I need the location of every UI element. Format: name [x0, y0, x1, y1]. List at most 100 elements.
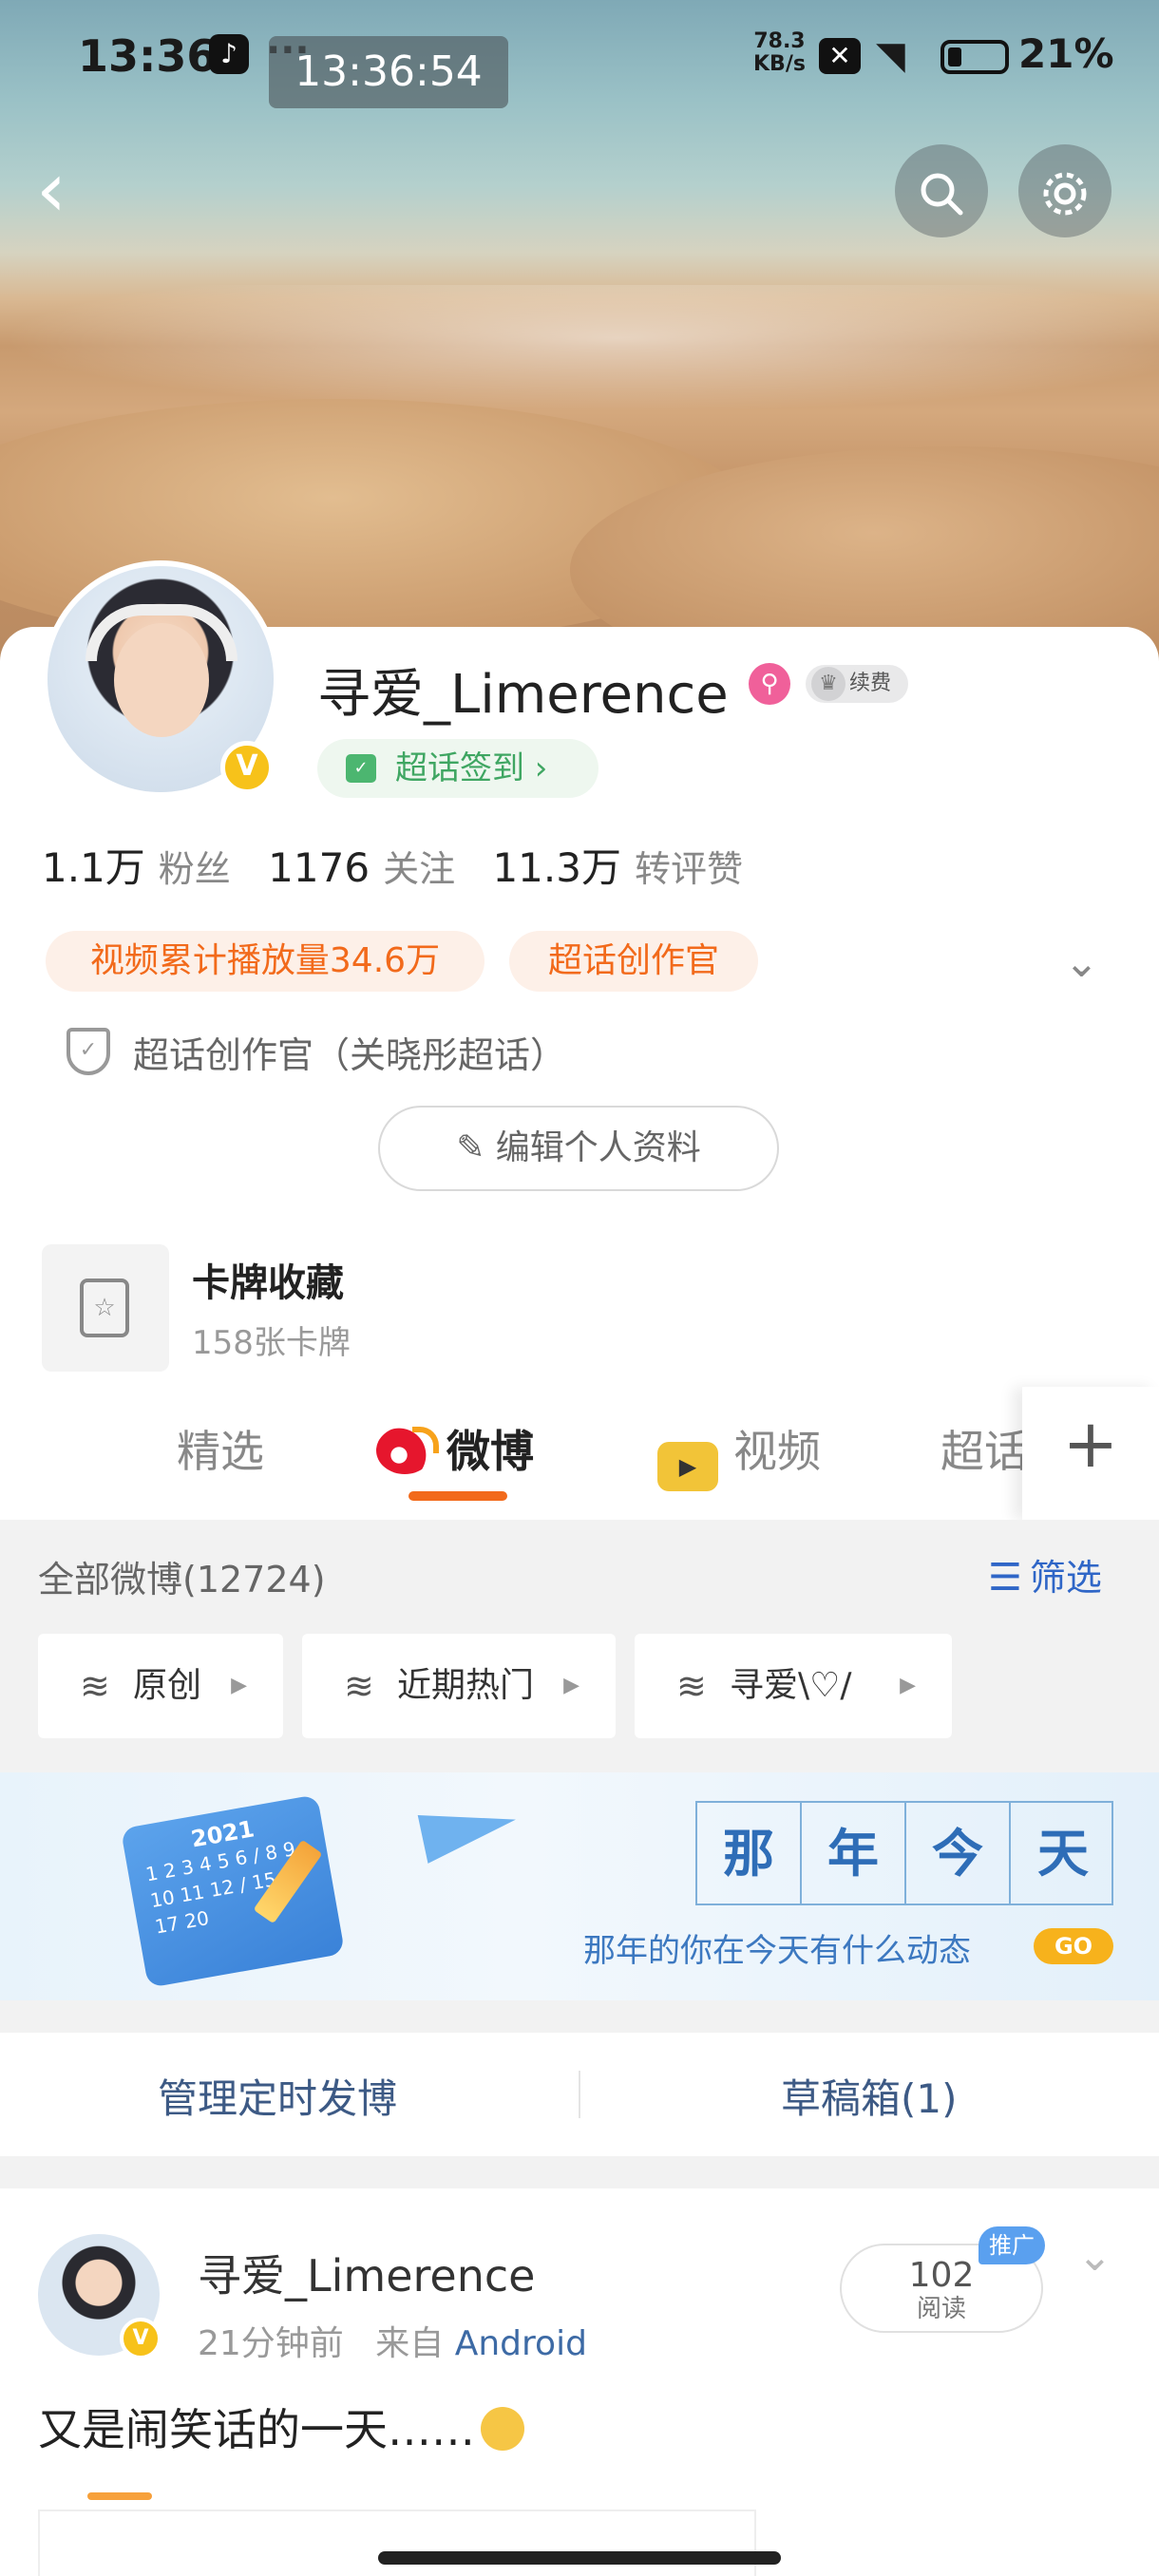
status-time: 13:36	[78, 30, 218, 82]
post-management-bar: 管理定时发博 草稿箱(1)	[0, 2033, 1159, 2156]
title-char: 天	[1037, 1823, 1089, 1884]
accent-line	[87, 2492, 152, 2500]
vip-renew-label: 续费	[849, 672, 892, 695]
profile-stats: 1.1万 粉丝 1176 关注 11.3万 转评赞	[42, 836, 768, 894]
layers-icon: ≋	[80, 1665, 110, 1707]
battery-percent: 21%	[1018, 30, 1114, 77]
followers-count[interactable]: 1.1万	[42, 844, 145, 891]
profile-tabs: 精选 微博 ▶ 视频 超话	[0, 1387, 1159, 1520]
scheduled-posts-button[interactable]: 管理定时发博	[158, 2067, 397, 2125]
chip-original-label: 原创	[133, 1666, 202, 1705]
caret-right-icon: ▶	[900, 1674, 916, 1697]
pencil-icon: ✎	[456, 1128, 496, 1167]
on-this-day-title: 那 年 今 天	[695, 1801, 1113, 1905]
tab-video-label: 视频	[733, 1426, 821, 1477]
chip-custom-group[interactable]: ≋ 寻爱\♡/ ▶	[635, 1634, 952, 1738]
cover-wave	[0, 285, 1159, 418]
followers-label[interactable]: 粉丝	[159, 848, 231, 890]
status-bar: 13:36 ♪ ··· 78.3 KB/s ✕ ◥ 21%	[0, 28, 1159, 85]
back-chevron-icon[interactable]: ‹	[36, 152, 93, 228]
likes-label[interactable]: 转评赞	[635, 848, 743, 890]
home-indicator[interactable]	[378, 2551, 781, 2565]
card-collection-title[interactable]: 卡牌收藏	[192, 1252, 344, 1307]
divider	[579, 2071, 580, 2118]
edit-profile-button[interactable]: ✎ 编辑个人资料	[378, 1106, 779, 1191]
video-plays-tag[interactable]: 视频累计播放量34.6万	[46, 931, 484, 992]
promote-badge[interactable]: 推广	[978, 2226, 1045, 2264]
network-speed-value: 78.3	[753, 29, 806, 53]
vip-renew-badge[interactable]: ♛ 续费	[806, 665, 908, 703]
post-meta: 21分钟前 来自 Android	[198, 2316, 587, 2365]
following-count[interactable]: 1176	[268, 844, 370, 891]
chevron-down-icon[interactable]: ⌄	[1077, 2232, 1112, 2281]
silly-face-emoji-icon	[481, 2407, 524, 2451]
search-icon[interactable]	[895, 144, 988, 237]
floating-clock: 13:36:54	[269, 36, 508, 108]
title-char: 年	[802, 1803, 906, 1904]
on-this-day-subtitle: 那年的你在今天有什么动态	[583, 1932, 971, 1970]
chip-recent-hot[interactable]: ≋ 近期热门 ▶	[302, 1634, 616, 1738]
tab-weibo-label: 微博	[446, 1426, 534, 1477]
wifi-icon: ◥	[876, 34, 905, 78]
weibo-filter-bar: 全部微博(12724) ☰ 筛选 ≋ 原创 ▶ ≋ 近期热门 ▶ ≋ 寻爱\♡/ …	[0, 1520, 1159, 1767]
all-weibo-count: 全部微博(12724)	[38, 1559, 326, 1601]
profile-username: 寻爱_Limerence	[317, 664, 729, 726]
chip-custom-group-label: 寻爱\♡/	[730, 1666, 852, 1705]
title-char: 那	[697, 1803, 802, 1904]
battery-icon	[940, 40, 1009, 74]
weibo-logo-icon	[376, 1427, 439, 1474]
verified-v-icon: V	[220, 741, 274, 794]
post-from-label: 来自	[375, 2324, 445, 2363]
card-star-icon: ☆	[80, 1279, 129, 1337]
filter-button[interactable]: ☰ 筛选	[988, 1548, 1102, 1601]
post-source: Android	[454, 2324, 587, 2363]
active-tab-indicator	[408, 1491, 507, 1501]
signin-label: 超话签到 ›	[395, 749, 548, 787]
likes-count[interactable]: 11.3万	[492, 844, 621, 891]
layers-icon: ≋	[676, 1665, 707, 1707]
superfan-icon[interactable]: ⚲	[749, 663, 790, 705]
avatar-face	[114, 623, 209, 737]
post-text-body: 又是闹笑话的一天……	[38, 2404, 475, 2455]
shield-icon: ✓	[66, 1028, 110, 1075]
post-text: 又是闹笑话的一天……	[38, 2396, 524, 2458]
filter-label: 筛选	[1029, 1557, 1102, 1599]
verified-v-icon: V	[120, 2318, 162, 2359]
creator-credential: ✓ 超话创作官（关晓彤超话）	[66, 1026, 566, 1078]
supertopic-signin-button[interactable]: ✓ 超话签到 ›	[317, 739, 598, 798]
layers-icon: ≋	[344, 1665, 374, 1707]
chip-original[interactable]: ≋ 原创 ▶	[38, 1634, 283, 1738]
chevron-down-icon[interactable]: ⌄	[1064, 938, 1099, 987]
quoted-content-preview[interactable]	[38, 2510, 756, 2576]
network-speed-unit: KB/s	[753, 52, 806, 76]
network-speed: 78.3 KB/s	[753, 30, 806, 76]
card-collection-count: 158张卡牌	[192, 1324, 351, 1362]
video-play-icon: ▶	[657, 1442, 718, 1491]
creator-credential-text: 超话创作官（关晓彤超话）	[133, 1034, 567, 1076]
edit-profile-label: 编辑个人资料	[495, 1128, 701, 1167]
tab-supertopic[interactable]: 超话	[940, 1417, 1028, 1480]
gear-icon[interactable]	[1018, 144, 1112, 237]
calendar-check-icon: ✓	[346, 754, 376, 783]
read-label: 阅读	[916, 2295, 966, 2323]
tab-video[interactable]: ▶ 视频	[657, 1417, 821, 1491]
card-collection-tile[interactable]: ☆	[42, 1244, 169, 1372]
sort-filter-icon: ☰	[988, 1556, 1022, 1600]
post-author-name[interactable]: 寻爱_Limerence	[198, 2242, 535, 2304]
tiktok-notification-icon: ♪	[209, 34, 249, 74]
no-sim-icon: ✕	[819, 38, 861, 74]
post-time: 21分钟前	[198, 2324, 344, 2363]
following-label[interactable]: 关注	[383, 848, 455, 890]
caret-right-icon: ▶	[231, 1674, 247, 1697]
tab-featured[interactable]: 精选	[177, 1417, 264, 1480]
go-button[interactable]: GO	[1034, 1928, 1113, 1964]
add-tab-plus-icon[interactable]: +	[1022, 1387, 1159, 1520]
calendar-illustration: 2021 1 2 3 4 5 6 / 8 9 10 11 12 / 15 16 …	[120, 1794, 346, 1988]
tab-weibo[interactable]: 微博	[376, 1417, 534, 1480]
creator-tag[interactable]: 超话创作官	[509, 931, 758, 992]
drafts-button[interactable]: 草稿箱(1)	[781, 2067, 958, 2125]
title-char: 今	[906, 1803, 1011, 1904]
paper-plane-icon	[417, 1795, 522, 1864]
on-this-day-banner[interactable]: 2021 1 2 3 4 5 6 / 8 9 10 11 12 / 15 16 …	[0, 1772, 1159, 2000]
weibo-post-card: V 寻爱_Limerence 21分钟前 来自 Android 102 阅读 推…	[0, 2188, 1159, 2576]
